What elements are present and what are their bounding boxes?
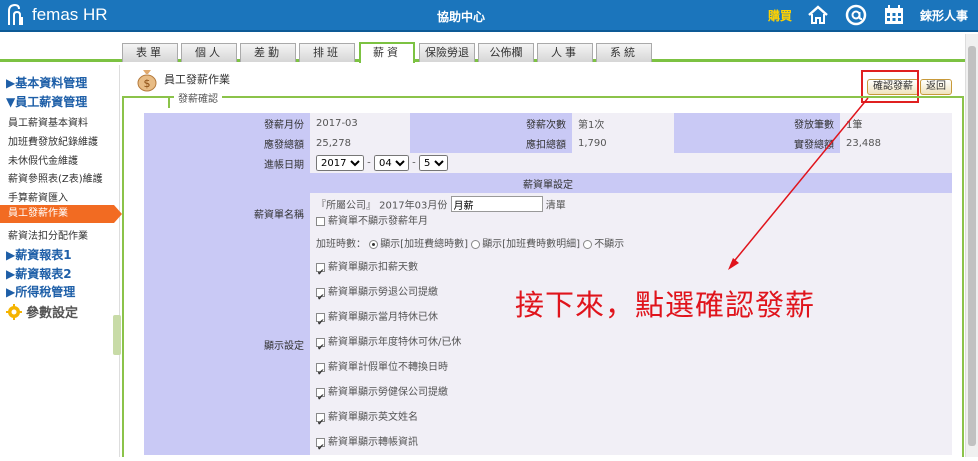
annotation-arrow xyxy=(728,97,869,270)
annotation-text: 接下來，點選確認發薪 xyxy=(515,288,816,322)
page-scrollbar[interactable] xyxy=(965,34,978,457)
scrollbar-thumb[interactable] xyxy=(968,46,976,446)
